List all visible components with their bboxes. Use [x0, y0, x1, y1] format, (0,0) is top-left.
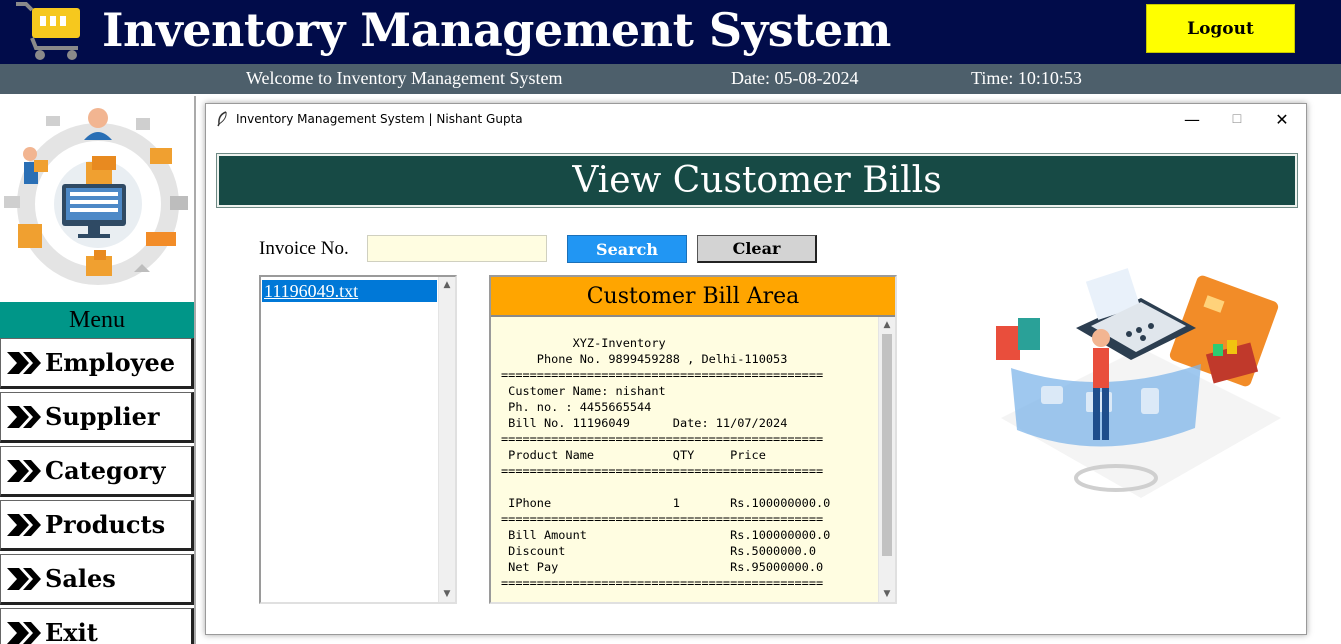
menu-supplier-label: Supplier [45, 402, 160, 431]
window-titlebar[interactable]: Inventory Management System | Nishant Gu… [206, 104, 1306, 134]
menu-sales-button[interactable]: Sales [0, 554, 194, 605]
menu-sales-label: Sales [45, 564, 116, 593]
minimize-button[interactable]: — [1176, 108, 1208, 130]
close-button[interactable]: ✕ [1266, 108, 1298, 130]
menu-products-button[interactable]: Products [0, 500, 194, 551]
welcome-text: Welcome to Inventory Management System [246, 68, 563, 88]
app-header: Inventory Management System Logout [0, 0, 1341, 64]
time-text: Time: 10:10:53 [971, 68, 1082, 88]
pos-payment-illustration [996, 268, 1281, 498]
invoice-input[interactable] [367, 235, 547, 262]
logout-button[interactable]: Logout [1146, 4, 1295, 53]
bill-text-area[interactable]: XYZ-Inventory Phone No. 9899459288 , Del… [491, 315, 895, 602]
scroll-down-icon[interactable]: ▼ [439, 586, 455, 602]
maximize-button[interactable]: ☐ [1221, 108, 1253, 130]
page-title: View Customer Bills [216, 153, 1298, 208]
menu-category-label: Category [45, 456, 166, 485]
list-item[interactable]: 11196049.txt [262, 280, 437, 302]
menu-exit-label: Exit [45, 618, 98, 644]
menu-employee-label: Employee [45, 348, 176, 377]
feather-icon [217, 111, 227, 127]
list-scrollbar[interactable]: ▲ ▼ [438, 277, 455, 602]
sidebar: Menu Employee Supplier Category Products… [0, 96, 196, 644]
shopping-cart-icon [16, 2, 80, 60]
bill-file-list[interactable]: 11196049.txt ▲ ▼ [259, 275, 457, 604]
double-chevron-right-icon [7, 405, 41, 428]
window-title: Inventory Management System | Nishant Gu… [236, 112, 523, 126]
menu-supplier-button[interactable]: Supplier [0, 392, 194, 443]
menu-exit-button[interactable]: Exit [0, 608, 194, 644]
scroll-thumb[interactable] [882, 334, 892, 556]
menu-category-button[interactable]: Category [0, 446, 194, 497]
menu-products-label: Products [45, 510, 166, 539]
double-chevron-right-icon [7, 567, 41, 590]
scroll-up-icon[interactable]: ▲ [439, 277, 455, 293]
double-chevron-right-icon [7, 513, 41, 536]
bill-panel: Customer Bill Area XYZ-Inventory Phone N… [489, 275, 897, 604]
bill-area-title: Customer Bill Area [491, 277, 895, 315]
app-title: Inventory Management System [102, 3, 891, 57]
status-bar: Welcome to Inventory Management System D… [0, 64, 1341, 94]
menu-title: Menu [0, 302, 194, 338]
inventory-illustration [4, 108, 188, 285]
double-chevron-right-icon [7, 351, 41, 374]
double-chevron-right-icon [7, 621, 41, 644]
clear-button[interactable]: Clear [697, 235, 817, 263]
bill-content: XYZ-Inventory Phone No. 9899459288 , Del… [501, 336, 831, 590]
menu-employee-button[interactable]: Employee [0, 338, 194, 389]
scroll-down-icon[interactable]: ▼ [879, 586, 895, 602]
scroll-up-icon[interactable]: ▲ [879, 317, 895, 333]
search-button[interactable]: Search [567, 235, 687, 263]
invoice-label: Invoice No. [259, 238, 349, 259]
date-text: Date: 05-08-2024 [731, 68, 859, 88]
bill-scrollbar[interactable]: ▲ ▼ [878, 317, 895, 602]
double-chevron-right-icon [7, 459, 41, 482]
bills-window: Inventory Management System | Nishant Gu… [205, 103, 1307, 635]
